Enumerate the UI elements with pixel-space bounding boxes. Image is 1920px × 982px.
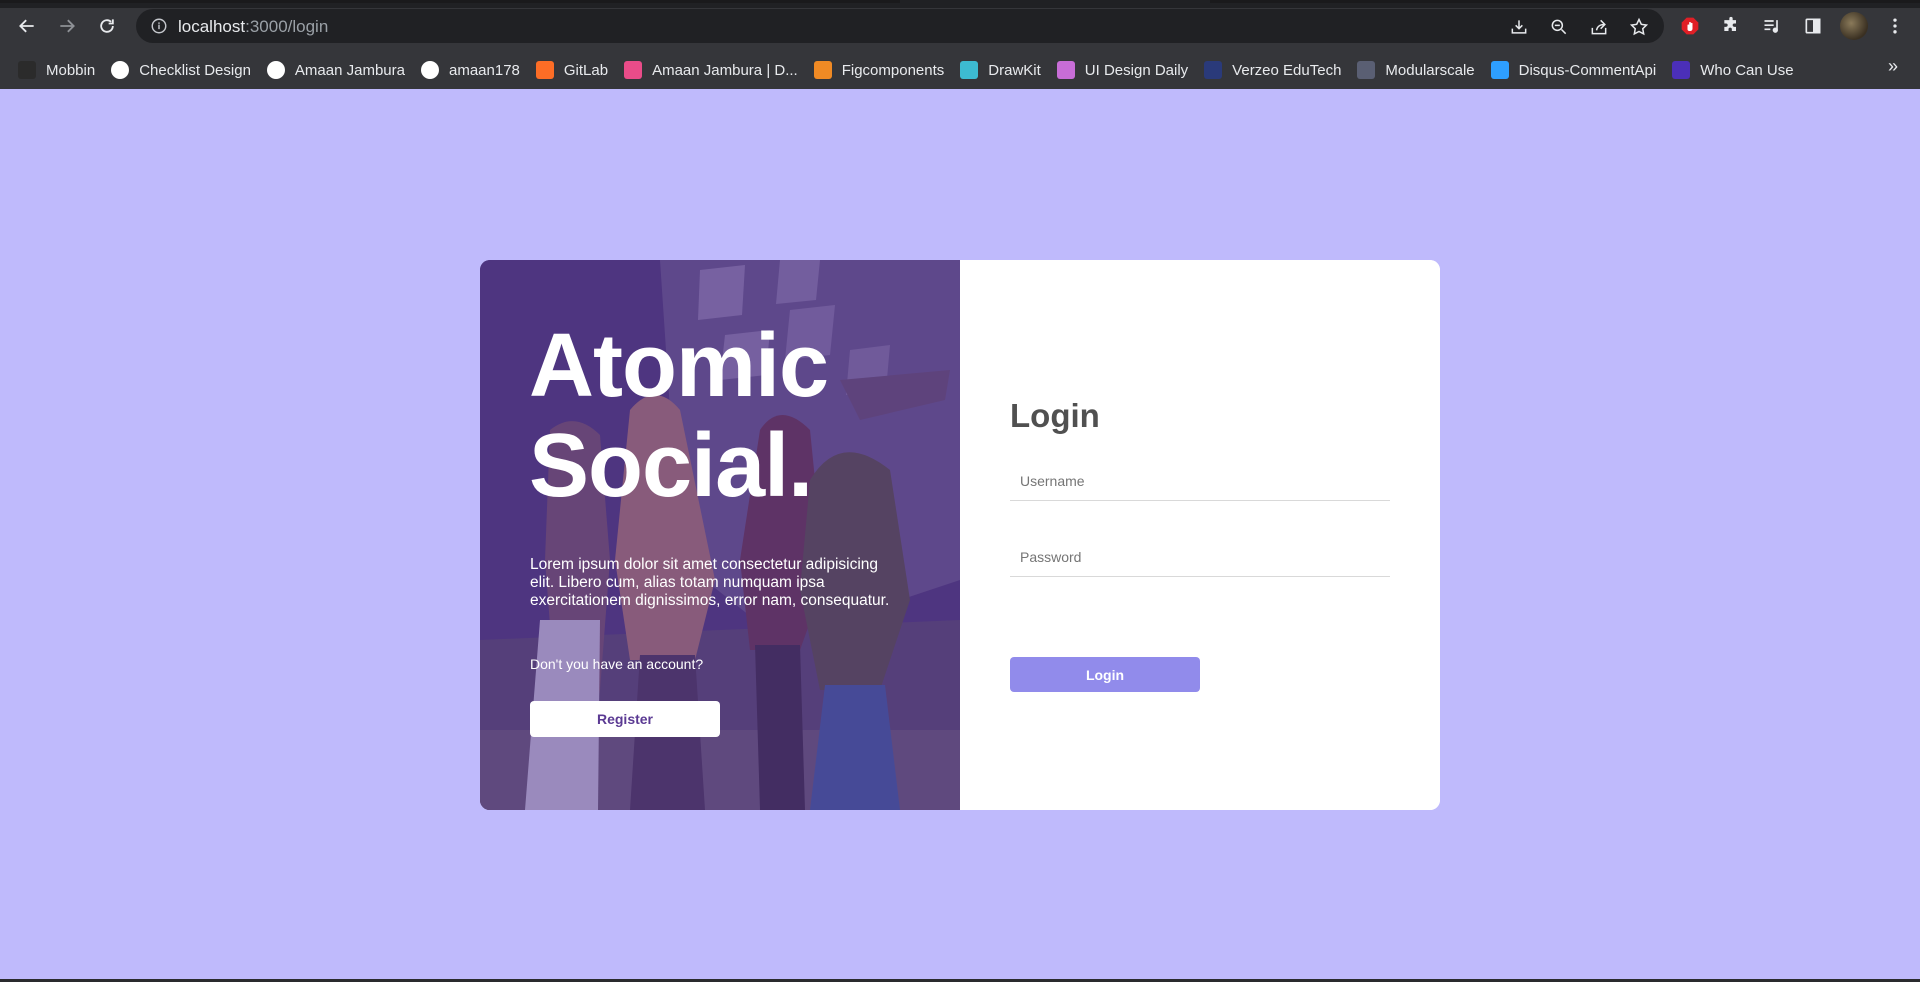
register-button[interactable]: Register	[530, 701, 720, 737]
address-bar[interactable]: localhost:3000/login	[136, 9, 1664, 43]
url-host: localhost	[178, 17, 246, 36]
bookmark-label: Verzeo EduTech	[1232, 61, 1342, 79]
menu-kebab-icon[interactable]	[1881, 12, 1909, 40]
medium-icon	[266, 61, 285, 79]
hero-panel: Atomic Social. Lorem ipsum dolor sit ame…	[480, 260, 960, 810]
bookmark-item[interactable]: UI Design Daily	[1053, 55, 1200, 85]
bookmarks-overflow-button[interactable]: »	[1888, 56, 1898, 77]
bookmark-label: Amaan Jambura	[294, 61, 405, 79]
brand-title: Atomic Social.	[529, 316, 829, 516]
gitlab-icon	[535, 61, 554, 79]
profile-avatar[interactable]	[1840, 12, 1868, 40]
bookmark-label: Figcomponents	[841, 61, 945, 79]
share-icon[interactable]	[1588, 16, 1610, 38]
brand-title-line-2: Social.	[529, 416, 813, 516]
forward-icon[interactable]	[53, 12, 81, 40]
bookmark-item[interactable]: DrawKit	[956, 55, 1053, 85]
extensions-puzzle-icon[interactable]	[1717, 12, 1745, 40]
modularscale-icon	[1357, 61, 1376, 79]
bookmark-item[interactable]: Amaan Jambura	[263, 55, 417, 85]
tab-strip	[0, 0, 1920, 8]
bookmark-item[interactable]: GitLab	[532, 55, 620, 85]
bookmark-item[interactable]: Figcomponents	[810, 55, 957, 85]
brand-title-line-1: Atomic	[529, 316, 829, 416]
ui-design-daily-icon	[1056, 61, 1075, 79]
checklist-icon	[111, 61, 130, 79]
bookmark-item[interactable]: Who Can Use	[1668, 55, 1805, 85]
register-prompt: Don't you have an account?	[530, 656, 704, 672]
side-panel-icon[interactable]	[1799, 12, 1827, 40]
disqus-icon	[1490, 61, 1509, 79]
reload-icon[interactable]	[93, 12, 121, 40]
who-can-use-icon	[1672, 61, 1691, 79]
bookmark-item[interactable]: Modularscale	[1353, 55, 1486, 85]
login-button[interactable]: Login	[1010, 657, 1200, 692]
bookmark-label: DrawKit	[988, 61, 1041, 79]
back-icon[interactable]	[13, 12, 41, 40]
browser-chrome: localhost:3000/login Mobbin Checklist De…	[0, 0, 1920, 89]
dribbble-icon	[624, 61, 643, 79]
figcomponents-icon	[813, 61, 832, 79]
bookmark-label: Checklist Design	[139, 61, 251, 79]
bookmark-label: GitLab	[563, 61, 609, 79]
adblock-icon[interactable]	[1676, 12, 1704, 40]
info-icon[interactable]	[150, 17, 168, 35]
bookmark-item[interactable]: amaan178	[417, 55, 532, 85]
bookmark-item[interactable]: Amaan Jambura | D...	[620, 55, 810, 85]
bookmark-label: Amaan Jambura | D...	[652, 61, 798, 79]
bookmark-label: Who Can Use	[1700, 61, 1794, 79]
bookmark-label: Mobbin	[46, 61, 96, 79]
bookmark-label: Disqus-CommentApi	[1518, 61, 1657, 79]
bookmark-item[interactable]: Disqus-CommentApi	[1487, 55, 1669, 85]
mobbin-icon	[18, 61, 36, 79]
bookmark-item[interactable]: Mobbin	[14, 55, 107, 85]
drawkit-icon	[960, 61, 979, 79]
bookmark-label: Modularscale	[1385, 61, 1475, 79]
username-input[interactable]	[1010, 461, 1390, 501]
star-icon[interactable]	[1628, 16, 1650, 38]
install-icon[interactable]	[1508, 16, 1530, 38]
brand-description: Lorem ipsum dolor sit amet consectetur a…	[530, 556, 890, 609]
bookmark-item[interactable]: Checklist Design	[107, 55, 263, 85]
login-form: Login Login	[960, 260, 1440, 810]
login-title: Login	[1010, 397, 1100, 434]
url-path: :3000/login	[245, 17, 329, 36]
bookmark-label: amaan178	[448, 61, 520, 79]
password-input[interactable]	[1010, 537, 1390, 577]
bookmark-item[interactable]: Verzeo EduTech	[1200, 55, 1353, 85]
page-viewport: Atomic Social. Lorem ipsum dolor sit ame…	[0, 89, 1920, 979]
verzeo-icon	[1204, 61, 1223, 79]
github-icon	[420, 61, 439, 79]
url-text[interactable]: localhost:3000/login	[178, 17, 328, 37]
bookmark-label: UI Design Daily	[1084, 61, 1189, 79]
zoom-out-icon[interactable]	[1548, 16, 1570, 38]
media-queue-icon[interactable]	[1758, 12, 1786, 40]
auth-card: Atomic Social. Lorem ipsum dolor sit ame…	[480, 260, 1440, 810]
bookmarks-bar: Mobbin Checklist Design Amaan Jambura amaan…	[0, 52, 1920, 88]
